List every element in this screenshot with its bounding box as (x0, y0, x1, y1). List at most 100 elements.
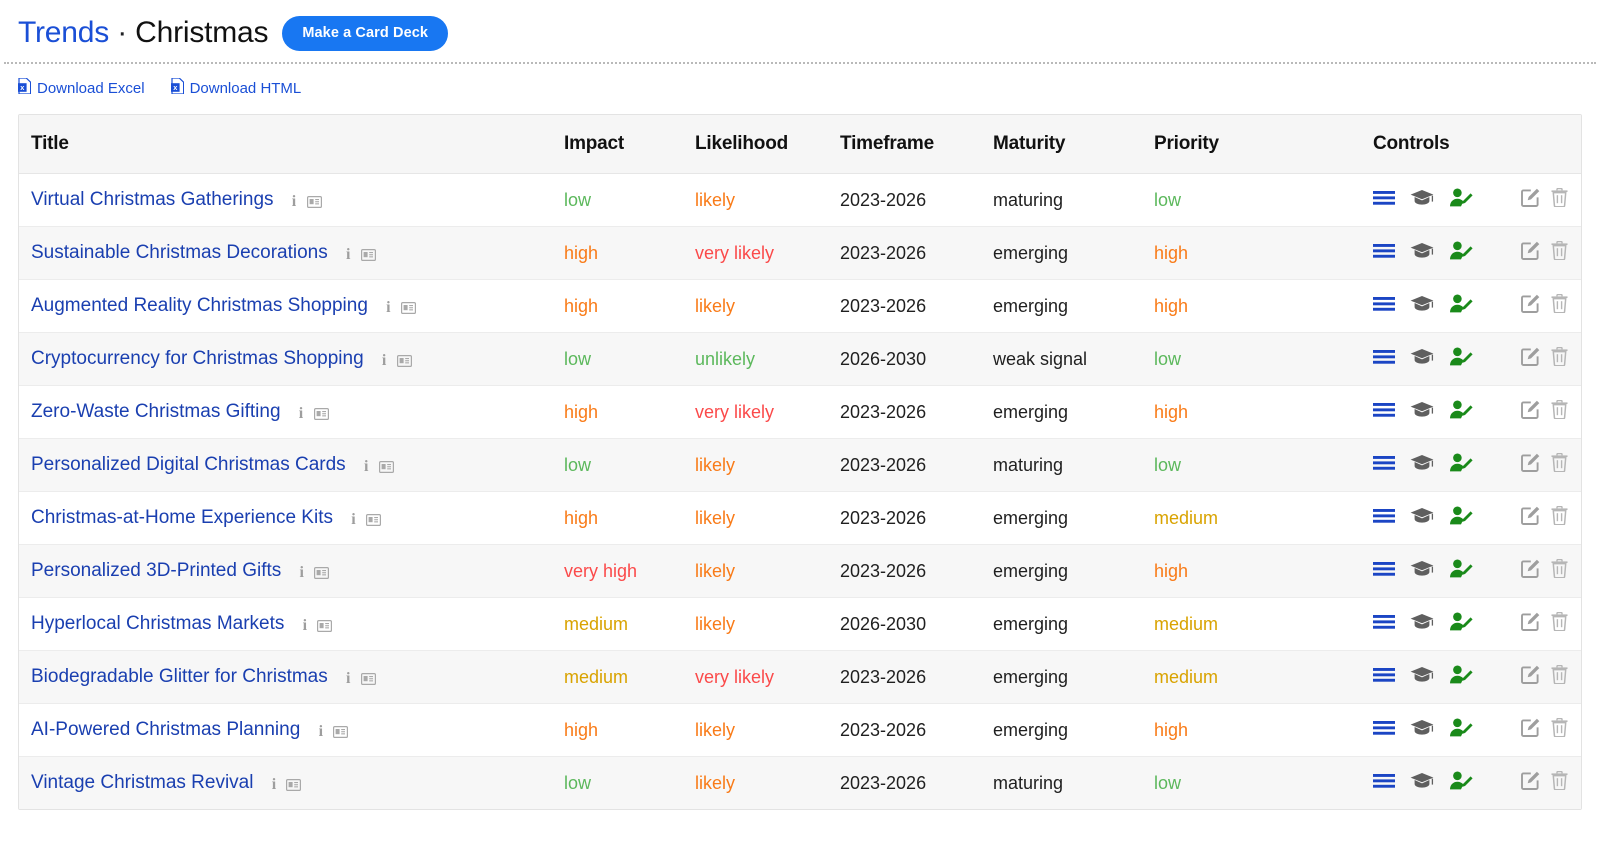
person-edit-icon[interactable] (1449, 771, 1473, 795)
id-card-icon[interactable] (313, 404, 329, 425)
list-lines-icon[interactable] (1373, 349, 1395, 370)
graduation-cap-icon[interactable] (1410, 189, 1434, 212)
trash-icon[interactable] (1551, 770, 1568, 795)
list-lines-icon[interactable] (1373, 402, 1395, 423)
trend-title-link[interactable]: Christmas-at-Home Experience Kits (31, 507, 333, 529)
info-icon[interactable]: i (291, 194, 298, 210)
breadcrumb-trends-link[interactable]: Trends (18, 16, 109, 49)
id-card-icon[interactable] (306, 192, 322, 213)
trash-icon[interactable] (1551, 558, 1568, 583)
trend-title-link[interactable]: Personalized Digital Christmas Cards (31, 454, 346, 476)
trash-icon[interactable] (1551, 293, 1568, 318)
pencil-square-icon[interactable] (1521, 188, 1540, 212)
graduation-cap-icon[interactable] (1410, 772, 1434, 795)
person-edit-icon[interactable] (1449, 453, 1473, 477)
column-header-impact[interactable]: Impact (564, 115, 695, 174)
graduation-cap-icon[interactable] (1410, 666, 1434, 689)
id-card-icon[interactable] (360, 245, 376, 266)
column-header-title[interactable]: Title (19, 115, 564, 174)
trend-title-link[interactable]: Augmented Reality Christmas Shopping (31, 295, 368, 317)
download-excel-link[interactable]: x Download Excel (18, 77, 145, 98)
graduation-cap-icon[interactable] (1410, 401, 1434, 424)
pencil-square-icon[interactable] (1521, 241, 1540, 265)
trash-icon[interactable] (1551, 611, 1568, 636)
info-icon[interactable]: i (350, 512, 357, 528)
graduation-cap-icon[interactable] (1410, 348, 1434, 371)
list-lines-icon[interactable] (1373, 508, 1395, 529)
trash-icon[interactable] (1551, 452, 1568, 477)
column-header-maturity[interactable]: Maturity (993, 115, 1154, 174)
graduation-cap-icon[interactable] (1410, 507, 1434, 530)
list-lines-icon[interactable] (1373, 190, 1395, 211)
pencil-square-icon[interactable] (1521, 506, 1540, 530)
trend-title-link[interactable]: Sustainable Christmas Decorations (31, 242, 328, 264)
trash-icon[interactable] (1551, 399, 1568, 424)
person-edit-icon[interactable] (1449, 559, 1473, 583)
id-card-icon[interactable] (400, 298, 416, 319)
column-header-timeframe[interactable]: Timeframe (840, 115, 993, 174)
trend-title-link[interactable]: Personalized 3D-Printed Gifts (31, 560, 281, 582)
info-icon[interactable]: i (381, 353, 388, 369)
pencil-square-icon[interactable] (1521, 400, 1540, 424)
id-card-icon[interactable] (286, 775, 302, 796)
list-lines-icon[interactable] (1373, 667, 1395, 688)
graduation-cap-icon[interactable] (1410, 295, 1434, 318)
id-card-icon[interactable] (365, 510, 381, 531)
pencil-square-icon[interactable] (1521, 294, 1540, 318)
pencil-square-icon[interactable] (1521, 665, 1540, 689)
list-lines-icon[interactable] (1373, 773, 1395, 794)
person-edit-icon[interactable] (1449, 347, 1473, 371)
pencil-square-icon[interactable] (1521, 453, 1540, 477)
trash-icon[interactable] (1551, 240, 1568, 265)
person-edit-icon[interactable] (1449, 188, 1473, 212)
column-header-likelihood[interactable]: Likelihood (695, 115, 840, 174)
trash-icon[interactable] (1551, 187, 1568, 212)
list-lines-icon[interactable] (1373, 455, 1395, 476)
column-header-priority[interactable]: Priority (1154, 115, 1361, 174)
trash-icon[interactable] (1551, 717, 1568, 742)
info-icon[interactable]: i (345, 247, 352, 263)
id-card-icon[interactable] (317, 616, 333, 637)
list-lines-icon[interactable] (1373, 720, 1395, 741)
graduation-cap-icon[interactable] (1410, 454, 1434, 477)
id-card-icon[interactable] (333, 722, 349, 743)
list-lines-icon[interactable] (1373, 561, 1395, 582)
pencil-square-icon[interactable] (1521, 718, 1540, 742)
list-lines-icon[interactable] (1373, 243, 1395, 264)
person-edit-icon[interactable] (1449, 506, 1473, 530)
id-card-icon[interactable] (360, 669, 376, 690)
person-edit-icon[interactable] (1449, 241, 1473, 265)
trend-title-link[interactable]: Zero-Waste Christmas Gifting (31, 401, 281, 423)
download-html-link[interactable]: x Download HTML (170, 77, 301, 98)
info-icon[interactable]: i (317, 724, 324, 740)
trend-title-link[interactable]: Vintage Christmas Revival (31, 772, 253, 794)
graduation-cap-icon[interactable] (1410, 242, 1434, 265)
graduation-cap-icon[interactable] (1410, 613, 1434, 636)
info-icon[interactable]: i (301, 618, 308, 634)
trend-title-link[interactable]: Biodegradable Glitter for Christmas (31, 666, 328, 688)
person-edit-icon[interactable] (1449, 665, 1473, 689)
info-icon[interactable]: i (298, 565, 305, 581)
list-lines-icon[interactable] (1373, 614, 1395, 635)
pencil-square-icon[interactable] (1521, 612, 1540, 636)
graduation-cap-icon[interactable] (1410, 560, 1434, 583)
person-edit-icon[interactable] (1449, 294, 1473, 318)
trash-icon[interactable] (1551, 664, 1568, 689)
info-icon[interactable]: i (363, 459, 370, 475)
trash-icon[interactable] (1551, 505, 1568, 530)
pencil-square-icon[interactable] (1521, 559, 1540, 583)
trend-title-link[interactable]: Virtual Christmas Gatherings (31, 189, 274, 211)
id-card-icon[interactable] (378, 457, 394, 478)
pencil-square-icon[interactable] (1521, 771, 1540, 795)
info-icon[interactable]: i (298, 406, 305, 422)
trend-title-link[interactable]: Hyperlocal Christmas Markets (31, 613, 284, 635)
info-icon[interactable]: i (270, 777, 277, 793)
id-card-icon[interactable] (314, 563, 330, 584)
graduation-cap-icon[interactable] (1410, 719, 1434, 742)
person-edit-icon[interactable] (1449, 400, 1473, 424)
list-lines-icon[interactable] (1373, 296, 1395, 317)
pencil-square-icon[interactable] (1521, 347, 1540, 371)
trash-icon[interactable] (1551, 346, 1568, 371)
info-icon[interactable]: i (345, 671, 352, 687)
trend-title-link[interactable]: AI-Powered Christmas Planning (31, 719, 300, 741)
